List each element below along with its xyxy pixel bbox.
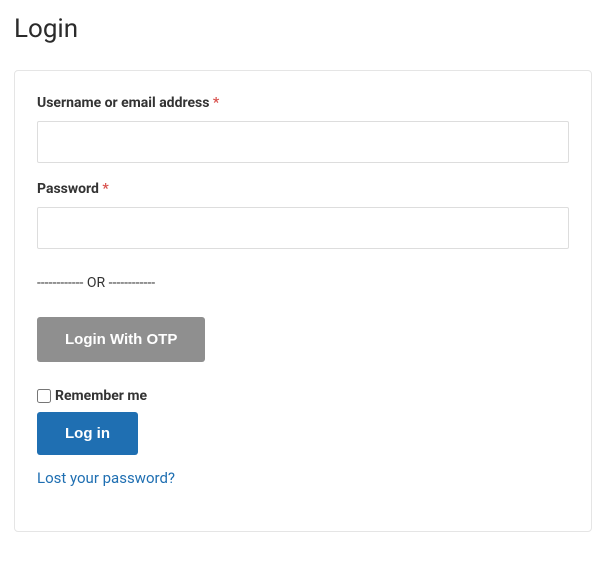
required-star: * [213,95,219,111]
or-divider: ------------ OR ------------ [37,275,569,291]
login-form: Username or email address * Password * -… [14,70,592,532]
remember-label[interactable]: Remember me [55,388,147,404]
login-button[interactable]: Log in [37,412,138,455]
username-row: Username or email address * [37,95,569,163]
username-label-text: Username or email address [37,95,209,111]
remember-checkbox[interactable] [37,389,51,403]
password-label-text: Password [37,181,99,197]
username-label: Username or email address * [37,95,569,111]
page-title: Login [14,14,592,44]
required-star: * [102,181,108,197]
remember-row: Remember me [37,388,569,404]
password-label: Password * [37,181,569,197]
password-row: Password * [37,181,569,249]
username-input[interactable] [37,121,569,163]
login-with-otp-button[interactable]: Login With OTP [37,317,205,362]
password-input[interactable] [37,207,569,249]
lost-password-link[interactable]: Lost your password? [37,469,569,487]
